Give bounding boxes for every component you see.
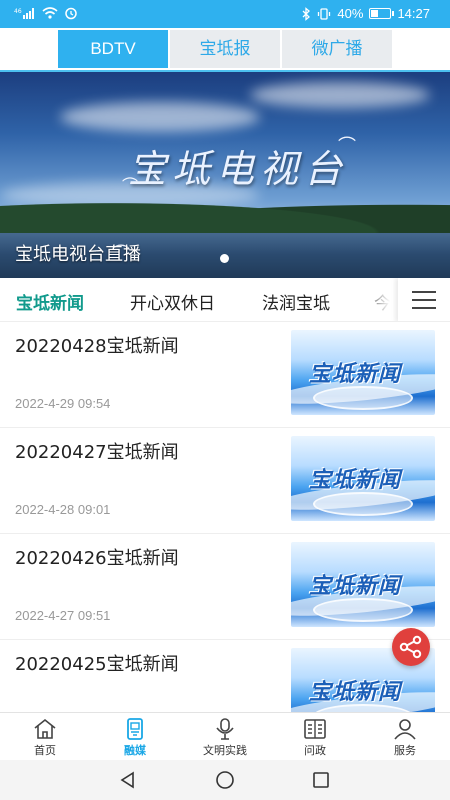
- news-title: 20220425宝坻新闻: [15, 654, 179, 675]
- status-left: 46: [14, 6, 78, 20]
- wifi-icon: [42, 7, 58, 19]
- nav-label: 首页: [34, 744, 56, 757]
- battery-level: [371, 10, 379, 17]
- bird-icon: ⌒: [338, 136, 356, 157]
- document-icon: [304, 719, 326, 739]
- recents-icon[interactable]: [311, 770, 331, 790]
- news-item[interactable]: 20220428宝坻新闻 2022-4-29 09:54 宝坻新闻: [0, 322, 450, 428]
- svg-text:46: 46: [14, 8, 22, 15]
- nav-label: 融媒: [124, 744, 146, 757]
- status-right: 40% 14:27: [301, 6, 430, 21]
- tab-bdtv[interactable]: BDTV: [58, 30, 168, 68]
- category-tab-baodi-news[interactable]: 宝坻新闻: [16, 289, 84, 314]
- news-thumbnail: 宝坻新闻: [291, 436, 435, 521]
- news-list: 20220428宝坻新闻 2022-4-29 09:54 宝坻新闻 202204…: [0, 322, 450, 712]
- thumbnail-logo: 宝坻新闻: [309, 680, 402, 705]
- category-tab-bar: 宝坻新闻 开心双休日 法润宝坻 今: [0, 278, 450, 322]
- live-banner[interactable]: 宝坻电视台 ⌒ ⌒ ⌒ 宝坻电视台直播: [0, 72, 450, 278]
- person-icon: [394, 719, 416, 740]
- nav-media[interactable]: 融媒: [90, 715, 180, 761]
- news-title: 20220428宝坻新闻: [15, 336, 179, 357]
- thumbnail-logo: 宝坻新闻: [309, 468, 402, 493]
- top-tab-bar: BDTV 宝坻报 微广播: [0, 28, 450, 72]
- home-icon: [34, 718, 56, 739]
- nav-label: 服务: [394, 744, 416, 757]
- alarm-icon: [65, 7, 77, 20]
- battery-icon: [369, 8, 395, 19]
- category-fade: [358, 278, 398, 321]
- news-time: 2022-4-27 09:51: [15, 608, 111, 623]
- news-thumbnail: 宝坻新闻: [291, 330, 435, 415]
- news-item[interactable]: 20220425宝坻新闻 宝坻新闻: [0, 640, 450, 712]
- news-thumbnail: 宝坻新闻: [291, 542, 435, 627]
- thumbnail-disc: [313, 492, 413, 516]
- thumbnail-disc: [313, 598, 413, 622]
- bluetooth-icon: [302, 6, 311, 21]
- nav-services[interactable]: 服务: [360, 715, 450, 761]
- nav-inquiry[interactable]: 问政: [270, 715, 360, 761]
- nav-label: 问政: [304, 744, 326, 757]
- tab-baodi-newspaper[interactable]: 宝坻报: [170, 30, 280, 68]
- menu-icon: [412, 291, 436, 293]
- clock: 14:27: [397, 6, 430, 21]
- microphone-icon: [216, 718, 234, 740]
- carousel-indicator: [220, 254, 229, 263]
- banner-cloud: [60, 102, 260, 132]
- banner-caption: 宝坻电视台直播: [15, 244, 141, 265]
- nav-home[interactable]: 首页: [0, 715, 90, 761]
- news-title: 20220427宝坻新闻: [15, 442, 179, 463]
- banner-cloud: [250, 82, 430, 108]
- home-button-icon[interactable]: [215, 770, 235, 790]
- media-icon: [127, 718, 143, 740]
- signal-icon: 46: [14, 8, 34, 19]
- nav-label: 文明实践: [203, 744, 247, 757]
- share-icon: [399, 635, 422, 659]
- bottom-nav: 首页 融媒 文明实践 问政 服务: [0, 712, 450, 760]
- nav-civilization-practice[interactable]: 文明实践: [180, 715, 270, 761]
- battery-percent: 40%: [337, 6, 364, 21]
- news-time: 2022-4-28 09:01: [15, 502, 111, 517]
- thumbnail-disc: [313, 386, 413, 410]
- category-menu-button[interactable]: [398, 278, 450, 321]
- status-bar: 46 40% 14:27: [0, 0, 450, 28]
- banner-treeline: [0, 195, 450, 233]
- category-tab-happy-weekend[interactable]: 开心双休日: [130, 289, 215, 314]
- news-item[interactable]: 20220426宝坻新闻 2022-4-27 09:51 宝坻新闻: [0, 534, 450, 640]
- back-icon[interactable]: [118, 770, 138, 790]
- news-title: 20220426宝坻新闻: [15, 548, 179, 569]
- menu-icon: [412, 299, 436, 301]
- thumbnail-logo: 宝坻新闻: [309, 574, 402, 599]
- system-nav-bar: [0, 760, 450, 800]
- bird-icon: ⌒: [122, 176, 139, 195]
- news-item[interactable]: 20220427宝坻新闻 2022-4-28 09:01 宝坻新闻: [0, 428, 450, 534]
- banner-calligraphy: 宝坻电视台: [128, 147, 349, 191]
- news-time: 2022-4-29 09:54: [15, 396, 111, 411]
- menu-icon: [412, 307, 436, 309]
- thumbnail-logo: 宝坻新闻: [309, 362, 402, 387]
- vibrate-icon: [318, 7, 331, 20]
- tab-micro-broadcast[interactable]: 微广播: [282, 30, 392, 68]
- category-tab-law-baodi[interactable]: 法润宝坻: [262, 289, 330, 314]
- share-button[interactable]: [392, 628, 430, 666]
